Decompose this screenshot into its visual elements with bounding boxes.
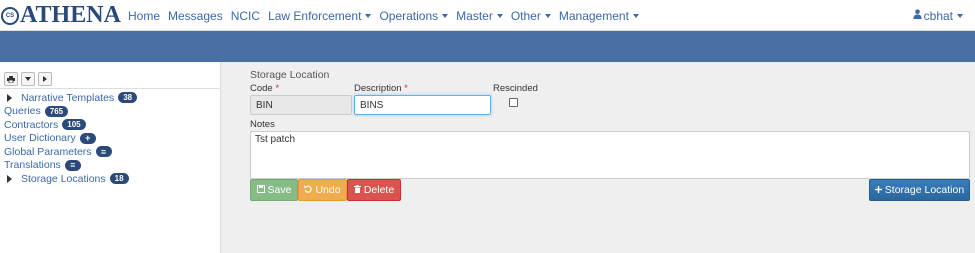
required-marker: * (275, 83, 280, 94)
sidebar-item-label: Narrative Templates (21, 91, 115, 104)
user-icon (912, 9, 922, 22)
sidebar-item-contractors[interactable]: Contractors 105 (4, 118, 137, 132)
caret-down-icon (25, 77, 31, 81)
rescinded-label: Rescinded (493, 83, 538, 94)
undo-button-label: Undo (315, 184, 341, 196)
rescinded-checkbox[interactable] (509, 98, 518, 107)
count-badge: 105 (62, 119, 86, 131)
code-label-text: Code (250, 83, 273, 94)
delete-button[interactable]: Delete (347, 179, 401, 201)
save-button-label: Save (267, 184, 292, 196)
nav-home[interactable]: Home (128, 9, 160, 23)
brand-logo-icon: CS (1, 6, 19, 25)
caret-down-icon (957, 13, 963, 18)
notes-label: Notes (250, 119, 275, 130)
nav-operations-label: Operations (379, 8, 439, 23)
count-badge: 765 (44, 105, 69, 117)
main-nav: Home Messages NCIC Law Enforcement Opera… (128, 0, 647, 31)
print-button[interactable] (4, 72, 18, 86)
sidebar-item-user-dictionary[interactable]: User Dictionary + (4, 132, 137, 146)
user-name: cbhat (923, 8, 953, 23)
add-storage-location-label: Storage Location (884, 184, 965, 196)
undo-icon (304, 185, 313, 195)
header-band (0, 31, 975, 62)
brand[interactable]: CS ATHENA (0, 2, 121, 29)
notes-field[interactable]: Tst patch (250, 131, 970, 179)
add-storage-location-button[interactable]: Storage Location (869, 179, 970, 201)
brand-name: ATHENA (20, 2, 121, 28)
sidebar-item-global-parameters[interactable]: Global Parameters ≡ (4, 145, 137, 159)
sidebar-toolbar (4, 72, 55, 86)
sidebar-item-label: Queries (4, 105, 41, 118)
caret-right-icon (43, 76, 47, 82)
nav-management-label: Management (558, 8, 629, 23)
list-icon: ≡ (64, 159, 81, 171)
sidebar-item-label: Global Parameters (4, 145, 92, 158)
collapse-button[interactable] (21, 72, 35, 86)
sidebar-item-label: Translations (4, 159, 61, 172)
plus-icon (874, 185, 882, 195)
sidebar-divider (0, 88, 221, 89)
code-field[interactable] (250, 95, 352, 115)
save-button[interactable]: Save (250, 179, 298, 201)
main-content: Storage Location Code * Description * Re… (221, 62, 975, 253)
nav-master-label: Master (456, 8, 493, 23)
sidebar-item-translations[interactable]: Translations ≡ (4, 159, 137, 173)
caret-down-icon (365, 14, 372, 19)
caret-down-icon (544, 14, 551, 19)
code-label: Code * (250, 83, 279, 94)
nav-other[interactable]: Other (511, 9, 551, 23)
required-marker: * (404, 83, 408, 94)
print-icon (7, 75, 15, 83)
description-label-text: Description (354, 83, 402, 94)
form-title: Storage Location (250, 69, 330, 81)
nav-master[interactable]: Master (456, 9, 503, 23)
description-field[interactable] (354, 95, 491, 115)
sidebar-item-label: User Dictionary (4, 132, 76, 145)
nav-law-enforcement[interactable]: Law Enforcement (268, 8, 372, 23)
description-label: Description * (354, 83, 408, 94)
nav-other-label: Other (510, 8, 541, 23)
sidebar-item-storage-locations[interactable]: Storage Locations 18 (4, 172, 137, 186)
caret-down-icon (632, 14, 639, 19)
nav-operations[interactable]: Operations (379, 8, 449, 23)
sidebar-item-label: Contractors (4, 118, 59, 131)
undo-button[interactable]: Undo (298, 179, 347, 201)
caret-down-icon (442, 14, 449, 19)
top-navbar: CS ATHENA Home Messages NCIC Law Enforce… (0, 0, 975, 31)
sidebar: Narrative Templates 38 Queries 765 Contr… (0, 62, 221, 253)
nav-law-enforcement-label: Law Enforcement (268, 8, 362, 23)
user-menu[interactable]: cbhat (912, 0, 963, 31)
sidebar-item-queries[interactable]: Queries 765 (4, 105, 137, 119)
sidebar-item-label: Storage Locations (21, 172, 106, 185)
trash-icon (353, 185, 361, 195)
expand-arrow-icon[interactable] (7, 93, 12, 102)
delete-button-label: Delete (363, 184, 395, 196)
nav-ncic[interactable]: NCIC (231, 9, 260, 23)
nav-messages[interactable]: Messages (168, 9, 223, 23)
plus-icon: + (79, 132, 96, 144)
sidebar-tree: Narrative Templates 38 Queries 765 Contr… (4, 91, 138, 186)
expand-button[interactable] (38, 72, 52, 86)
count-badge: 18 (109, 173, 129, 185)
list-icon: ≡ (95, 146, 112, 158)
nav-management[interactable]: Management (559, 9, 639, 23)
save-icon (256, 185, 265, 195)
count-badge: 38 (118, 92, 138, 104)
caret-down-icon (496, 14, 503, 19)
expand-arrow-icon[interactable] (7, 174, 12, 183)
sidebar-item-narrative-templates[interactable]: Narrative Templates 38 (4, 91, 138, 105)
